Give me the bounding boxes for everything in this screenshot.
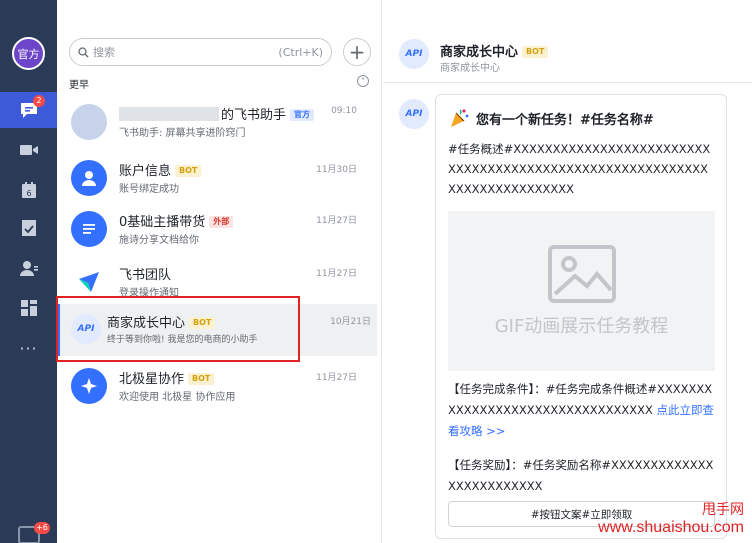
watermark-name: 甩手网 bbox=[702, 502, 744, 518]
site-watermark: 甩手网 www.shuaishou.com bbox=[598, 501, 744, 537]
chat-name: 0基础主播带货 外部 bbox=[119, 211, 234, 230]
chat-title[interactable]: 商家成长中心 BOT bbox=[440, 41, 549, 60]
image-icon bbox=[547, 245, 616, 303]
chat-row-feishu-assistant[interactable]: 的飞书助手 官方 飞书助手: 屏幕共享进阶窍门 09:10 bbox=[57, 96, 377, 147]
highlight-box bbox=[56, 296, 300, 362]
user-avatar[interactable]: 官方 bbox=[12, 37, 45, 70]
chat-preview: 账号绑定成功 bbox=[119, 184, 179, 195]
search-shortcut: (Ctrl+K) bbox=[278, 45, 323, 59]
rail-messages[interactable]: 2 bbox=[0, 92, 57, 128]
chat-name: 的飞书助手 官方 bbox=[119, 104, 315, 123]
card-title: 您有一个新任务！#任务名称# bbox=[448, 107, 654, 129]
avatar bbox=[71, 104, 107, 140]
chat-row-live-commerce[interactable]: 0基础主播带货 外部 施诗分享文档给你 11月27日 bbox=[57, 203, 377, 254]
doc-icon bbox=[71, 211, 107, 247]
chat-name: 飞书团队 bbox=[119, 268, 172, 283]
video-icon bbox=[19, 145, 38, 155]
rail-workplace[interactable] bbox=[0, 290, 57, 326]
chat-list-panel: 搜索 (Ctrl+K) + 更早 ˄ 的飞书助手 官方 飞书助手: 屏幕共享进阶窍… bbox=[57, 0, 436, 543]
chat-time: 11月27日 bbox=[316, 373, 357, 383]
apps-icon bbox=[20, 300, 37, 316]
contacts-icon bbox=[19, 261, 38, 276]
calendar-icon: 6 bbox=[21, 181, 36, 198]
feishu-logo-icon bbox=[71, 264, 107, 300]
chat-name: 北极星协作 BOT bbox=[119, 368, 215, 387]
unread-badge: 2 bbox=[33, 95, 45, 107]
chat-time: 09:10 bbox=[331, 106, 357, 116]
chat-time: 10月21日 bbox=[330, 317, 371, 327]
plus-icon: + bbox=[348, 40, 366, 64]
chat-time: 11月30日 bbox=[316, 165, 357, 175]
blurred-name bbox=[119, 107, 219, 121]
more-icon: ··· bbox=[19, 338, 38, 358]
chat-panel: API 商家成长中心 BOT 商家成长中心 API 您有一个新任务！#任务名称# … bbox=[383, 0, 752, 543]
left-rail: 官方 2 6 ··· +6 bbox=[0, 0, 57, 543]
chat-time: 11月27日 bbox=[316, 216, 357, 226]
rail-contacts[interactable] bbox=[0, 250, 57, 286]
chat-row-account-info[interactable]: 账户信息 BOT 账号绑定成功 11月30日 bbox=[57, 152, 377, 203]
task-reward: 【任务奖励】：#任务奖励名称#XXXXXXXXXXXXXXXXXXXXXXXXX bbox=[448, 458, 714, 493]
gif-caption: GIF动画展示任务教程 bbox=[494, 316, 669, 337]
collapse-icon[interactable]: ˄ bbox=[357, 75, 369, 87]
chat-name: 账户信息 BOT bbox=[119, 160, 202, 179]
user-avatar-icon bbox=[71, 160, 107, 196]
chat-time: 11月27日 bbox=[316, 269, 357, 279]
completion-condition: 【任务完成条件】：#任务完成条件概述#XXXXXXXXXXXXXXXXXXXXX… bbox=[448, 382, 714, 438]
bottom-badge: +6 bbox=[34, 522, 50, 534]
gif-placeholder[interactable]: GIF动画展示任务教程 bbox=[448, 211, 715, 371]
docs-icon bbox=[21, 220, 36, 236]
rail-calendar[interactable]: 6 bbox=[0, 172, 57, 208]
search-input[interactable]: 搜索 (Ctrl+K) bbox=[69, 38, 332, 66]
chat-subtitle: 商家成长中心 bbox=[440, 63, 500, 74]
task-card: 您有一个新任务！#任务名称# #任务概述#XXXXXXXXXXXXXXXXXXX… bbox=[435, 94, 727, 539]
rail-docs[interactable] bbox=[0, 210, 57, 246]
add-button[interactable]: + bbox=[343, 38, 371, 66]
chat-preview: 欢迎使用 北极星 协作应用 bbox=[119, 392, 236, 403]
task-overview: #任务概述#XXXXXXXXXXXXXXXXXXXXXXXXXXXXXXXXXX… bbox=[448, 142, 711, 196]
message-avatar[interactable]: API bbox=[399, 99, 429, 129]
chat-avatar[interactable]: API bbox=[399, 39, 429, 69]
search-icon bbox=[78, 46, 89, 58]
chat-header: API 商家成长中心 BOT 商家成长中心 bbox=[383, 25, 752, 83]
rail-more[interactable]: ··· bbox=[0, 330, 57, 366]
watermark-url: www.shuaishou.com bbox=[598, 519, 744, 536]
chat-row-polaris[interactable]: 北极星协作 BOT 欢迎使用 北极星 协作应用 11月27日 bbox=[57, 360, 377, 411]
chat-preview: 施诗分享文档给你 bbox=[119, 235, 199, 246]
party-popper-icon bbox=[451, 109, 469, 127]
svg-text:6: 6 bbox=[26, 189, 31, 198]
polaris-logo-icon bbox=[71, 368, 107, 404]
section-header: 更早 bbox=[69, 80, 89, 91]
rail-video[interactable] bbox=[0, 132, 57, 168]
chat-preview: 飞书助手: 屏幕共享进阶窍门 bbox=[119, 128, 246, 139]
search-placeholder: 搜索 bbox=[93, 46, 115, 59]
